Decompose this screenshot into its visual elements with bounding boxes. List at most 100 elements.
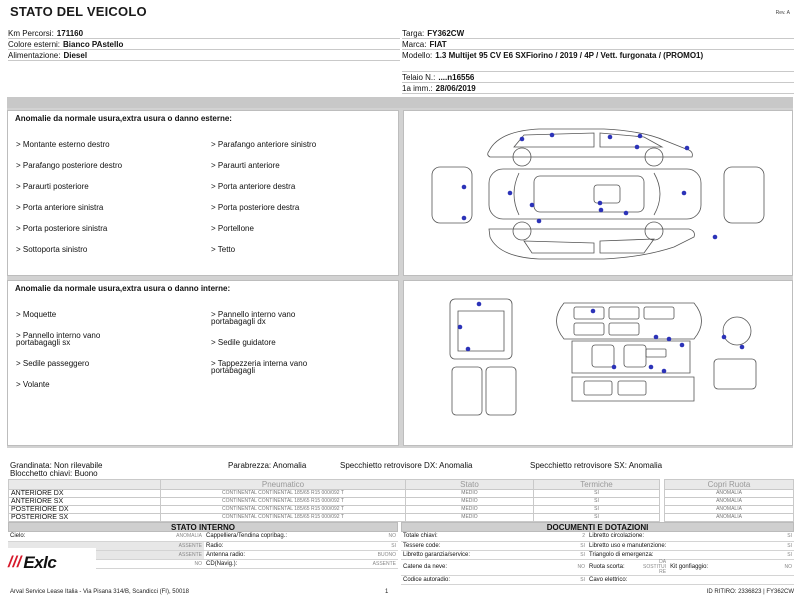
marca-label: Marca:: [402, 40, 427, 49]
wheel-cover-state: ANOMALIA: [664, 489, 794, 498]
modello-label: Modello:: [402, 51, 433, 60]
color-row: Colore esterni: Bianco PAstello: [8, 39, 400, 50]
tyre-model: CONTINENTAL CONTINENTAL 185/65 R15 000/0…: [160, 513, 406, 522]
tyre-state: MEDIO: [405, 489, 534, 498]
list-item: > Volante: [16, 380, 50, 389]
seat-shape: [573, 306, 605, 320]
doc-value: NO: [497, 559, 587, 576]
damage-dot: [536, 218, 542, 224]
damage-dot: [739, 344, 745, 350]
table-header: Termiche: [533, 479, 660, 490]
door-panel-shape: [713, 358, 757, 390]
car-rear-outline: [723, 166, 765, 224]
wheel-cover-state: ANOMALIA: [664, 505, 794, 514]
table-row: ANTERIORE SX CONTINENTAL CONTINENTAL 185…: [8, 497, 660, 506]
table-row: ANOMALIA: [664, 489, 794, 498]
list-item: > Porta posteriore destra: [211, 203, 300, 212]
list-item: > Tetto: [211, 245, 236, 254]
doc-label: Libretto uso e manutenzione:: [587, 541, 721, 551]
revision-label: Rev. A: [775, 10, 790, 16]
table-header: Pneumatico: [160, 479, 406, 490]
key-block-status: Blocchetto chiavi: Buono: [10, 469, 98, 478]
interior-value: BUONO: [316, 550, 398, 560]
marca-row: Marca: FIAT: [402, 39, 794, 50]
doc-value: SI: [720, 550, 794, 560]
wheel-shape: [644, 221, 664, 241]
damage-markers: [461, 132, 718, 240]
car-front-outline: [431, 166, 473, 224]
km-label: Km Percorsi:: [8, 29, 54, 38]
seat-shape: [608, 306, 640, 320]
cargo-seat-shape: [457, 310, 505, 352]
telaio-row: Telaio N.: ....n16556: [402, 72, 794, 83]
doc-value: SI: [497, 575, 587, 585]
doc-label: Codice autoradio:: [401, 575, 497, 585]
damage-dot: [461, 184, 467, 190]
wheel-shape: [512, 221, 532, 241]
doc-value: SI: [497, 550, 587, 560]
damage-dot: [637, 133, 643, 139]
tyre-state: MEDIO: [405, 513, 534, 522]
table-row: POSTERIORE SX CONTINENTAL CONTINENTAL 18…: [8, 513, 660, 522]
fuel-row: Alimentazione: Diesel: [8, 50, 400, 61]
seat-shape: [623, 344, 647, 368]
documents-table: Totale chiavi: 2 Libretto circolazione: …: [401, 532, 794, 585]
interior-value: NO: [316, 532, 398, 542]
targa-value: FY362CW: [427, 29, 465, 38]
tyre-position: ANTERIORE DX: [8, 489, 161, 498]
tyre-thermal: SI: [533, 505, 660, 514]
damage-dot: [519, 136, 525, 142]
interior-value: ANOMALIA: [70, 532, 204, 542]
damage-dot: [611, 364, 617, 370]
wheel-cover-table: Copri Ruota ANOMALIA ANOMALIA ANOMALIA A…: [664, 479, 794, 522]
table-row: Libretto garanzia/service: SI Triangolo …: [401, 550, 794, 560]
rear-window-shape: [653, 172, 661, 216]
doc-value: DA SOSTITUI RE: [641, 558, 669, 576]
interior-top-outline: [556, 302, 702, 340]
company-logo: /// Exlc: [8, 548, 96, 578]
internal-damage-panel: Anomalie da normale usura,extra usura o …: [7, 280, 399, 446]
damage-dot: [597, 200, 603, 206]
table-header: Stato: [405, 479, 534, 490]
table-row: Codice autoradio: SI Cavo elettrico:: [401, 575, 794, 585]
table-header-row: Pneumatico Stato Termiche: [8, 479, 660, 490]
car-side-bottom-outline: [488, 228, 695, 260]
doc-label: Cavo elettrico:: [587, 575, 721, 585]
stato-interno-title: STATO INTERNO: [8, 522, 398, 532]
list-item: > Pannello interno vano portabagagli sx: [16, 331, 101, 347]
fuel-value: Diesel: [63, 51, 88, 60]
table-row: ANOMALIA: [664, 497, 794, 506]
doc-value: SI: [497, 541, 587, 551]
list-item: > Sedile guidatore: [211, 338, 276, 347]
table-header-row: Copri Ruota: [664, 479, 794, 490]
logo-mark: ///: [8, 554, 22, 571]
color-label: Colore esterni:: [8, 40, 61, 49]
doc-label: Libretto circolazione:: [587, 532, 721, 542]
external-damage-list: > Montante esterno destro > Parafango po…: [16, 127, 398, 267]
damage-dot: [461, 215, 467, 221]
targa-label: Targa:: [402, 29, 425, 38]
seat-shape: [608, 322, 640, 336]
list-item: > Sottoporta sinistro: [16, 245, 88, 254]
tyre-model: CONTINENTAL CONTINENTAL 185/65 R15 000/0…: [160, 505, 406, 514]
list-item: > Parafango anteriore sinistro: [211, 140, 317, 149]
damage-dot: [465, 346, 471, 352]
windscreen-status: Parabrezza: Anomalia: [228, 461, 307, 470]
damage-dot: [590, 308, 596, 314]
km-value: 171160: [56, 29, 84, 38]
table-row: ANTERIORE DX CONTINENTAL CONTINENTAL 185…: [8, 489, 660, 498]
footer-page-number: 1: [385, 589, 389, 595]
dashboard-shape: [571, 340, 691, 374]
car-top-outline: [488, 168, 702, 220]
interior-label: Antenna radio:: [204, 550, 316, 560]
seat-shape: [573, 322, 605, 336]
interior-label: CD(Navig.):: [204, 559, 316, 569]
damage-dot: [634, 144, 640, 150]
page-title: STATO DEL VEICOLO: [10, 4, 147, 19]
list-item: > Sedile passeggero: [16, 359, 90, 368]
tyre-model: CONTINENTAL CONTINENTAL 185/65 R15 000/0…: [160, 489, 406, 498]
wheel-cover-state: ANOMALIA: [664, 497, 794, 506]
internal-damage-list: > Moquette > Pannello interno vano porta…: [16, 297, 398, 402]
external-damage-panel: Anomalie da normale usura,extra usura o …: [7, 110, 399, 276]
damage-dot: [607, 134, 613, 140]
